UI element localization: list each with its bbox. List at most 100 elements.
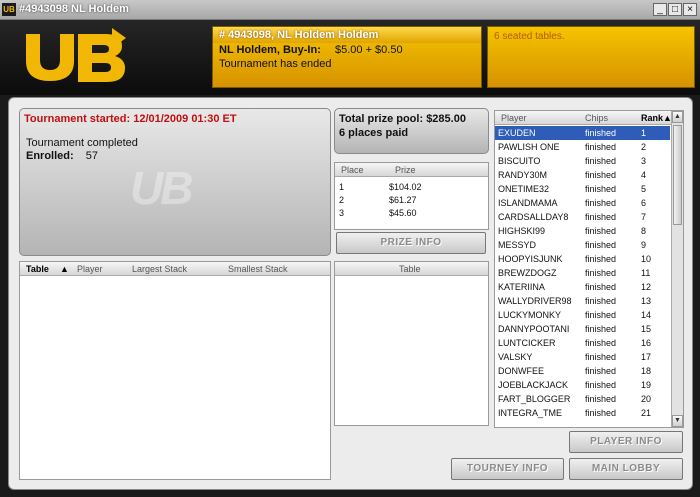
player-name: CARDSALLDAY8	[498, 212, 569, 222]
prize-list[interactable]: Place Prize 1 $104.02 2 $61.27 3 $45.60	[334, 162, 489, 230]
col-table[interactable]: Table	[26, 264, 49, 274]
window-title: #4943098 NL Holdem	[19, 3, 129, 15]
player-name: LUCKYMONKY	[498, 310, 562, 320]
player-rank: 7	[641, 212, 647, 222]
player-chips: finished	[585, 408, 617, 418]
player-rank: 14	[641, 310, 652, 320]
col-player[interactable]: Player	[77, 264, 103, 274]
prize-place: 3	[339, 208, 345, 218]
player-row[interactable]: LUNTCICKER finished 16	[495, 336, 670, 350]
player-rank: 6	[641, 198, 647, 208]
player-row[interactable]: EXUDEN finished 1	[495, 126, 670, 140]
player-row[interactable]: HIGHSKI99 finished 8	[495, 224, 670, 238]
player-rank: 12	[641, 282, 652, 292]
close-button[interactable]: ×	[683, 3, 697, 16]
player-rank: 21	[641, 408, 652, 418]
player-name: MESSYD	[498, 240, 537, 250]
col-largest-stack[interactable]: Largest Stack	[132, 264, 187, 274]
scroll-down-icon[interactable]: ▼	[672, 415, 683, 427]
player-chips: finished	[585, 226, 617, 236]
player-name: ISLANDMAMA	[498, 198, 558, 208]
col-rank[interactable]: Rank	[641, 113, 663, 123]
player-name: VALSKY	[498, 352, 533, 362]
tournament-status: Tournament has ended	[219, 58, 332, 70]
player-row[interactable]: DANNYPOOTANI finished 15	[495, 322, 670, 336]
enrolled-label: Enrolled:	[26, 150, 74, 162]
player-rank: 3	[641, 156, 647, 166]
player-name: HOOPYISJUNK	[498, 254, 563, 264]
player-row[interactable]: PAWLISH ONE finished 2	[495, 140, 670, 154]
player-rank: 5	[641, 184, 647, 194]
player-name: BREWZDOGZ	[498, 268, 557, 278]
player-chips: finished	[585, 296, 617, 306]
player-row[interactable]: ONETIME32 finished 5	[495, 182, 670, 196]
player-rank: 11	[641, 268, 651, 278]
player-row[interactable]: HOOPYISJUNK finished 10	[495, 252, 670, 266]
seated-tables-text: 6 seated tables.	[494, 31, 565, 42]
tournament-summary-panel: Tournament started: 12/01/2009 01:30 ET …	[19, 108, 331, 256]
player-chips: finished	[585, 324, 617, 334]
col-place[interactable]: Place	[341, 165, 364, 175]
scroll-thumb[interactable]	[673, 125, 682, 225]
buyin-value: $5.00 + $0.50	[334, 44, 403, 56]
main-lobby-button[interactable]: MAIN LOBBY	[569, 458, 683, 480]
prize-place: 2	[339, 195, 345, 205]
player-rank: 17	[641, 352, 652, 362]
players-list[interactable]: Player Chips Rank ▲ EXUDEN finished 1 PAWL…	[494, 110, 684, 428]
tourney-info-button[interactable]: TOURNEY INFO	[451, 458, 564, 480]
player-rank: 20	[641, 394, 652, 404]
player-rank: 19	[641, 380, 652, 390]
window-titlebar[interactable]: UB #4943098 NL Holdem _ □ ×	[0, 0, 700, 20]
table-players-list[interactable]: Table	[334, 261, 489, 426]
player-rank: 8	[641, 226, 647, 236]
player-rank: 13	[641, 296, 652, 306]
prize-list-header: Place Prize	[335, 163, 488, 177]
col-table-seat[interactable]: Table	[399, 264, 421, 274]
player-row[interactable]: LUCKYMONKY finished 14	[495, 308, 670, 322]
started-value: 12/01/2009 01:30 ET	[133, 113, 237, 125]
player-row[interactable]: RANDY30M finished 4	[495, 168, 670, 182]
player-row[interactable]: BISCUITO finished 3	[495, 154, 670, 168]
player-name: JOEBLACKJACK	[498, 380, 569, 390]
player-row[interactable]: KATERIINA finished 12	[495, 280, 670, 294]
prize-place: 1	[339, 182, 345, 192]
player-chips: finished	[585, 282, 617, 292]
tournament-id-title: # 4943098, NL Holdem Holdem	[213, 27, 481, 43]
player-chips: finished	[585, 198, 617, 208]
col-prize[interactable]: Prize	[395, 165, 416, 175]
player-row[interactable]: VALSKY finished 17	[495, 350, 670, 364]
maximize-button[interactable]: □	[668, 3, 682, 16]
sort-asc-icon[interactable]: ▲	[60, 264, 69, 274]
player-name: RANDY30M	[498, 170, 548, 180]
player-row[interactable]: MESSYD finished 9	[495, 238, 670, 252]
started-label: Tournament started:	[24, 113, 131, 125]
prize-pool-value: $285.00	[426, 113, 466, 125]
player-name: ONETIME32	[498, 184, 550, 194]
player-rank: 4	[641, 170, 647, 180]
player-row[interactable]: INTEGRA_TME finished 21	[495, 406, 670, 420]
player-row[interactable]: FART_BLOGGER finished 20	[495, 392, 670, 406]
player-name: PAWLISH ONE	[498, 142, 560, 152]
player-row[interactable]: JOEBLACKJACK finished 19	[495, 378, 670, 392]
player-rank: 10	[641, 254, 652, 264]
minimize-button[interactable]: _	[653, 3, 667, 16]
player-chips: finished	[585, 128, 617, 138]
started-line: Tournament started: 12/01/2009 01:30 ET	[24, 113, 237, 125]
player-chips: finished	[585, 240, 617, 250]
player-row[interactable]: ISLANDMAMA finished 6	[495, 196, 670, 210]
scroll-up-icon[interactable]: ▲	[672, 111, 683, 123]
col-player[interactable]: Player	[501, 113, 527, 123]
player-row[interactable]: DONWFEE finished 18	[495, 364, 670, 378]
col-smallest-stack[interactable]: Smallest Stack	[228, 264, 288, 274]
players-scrollbar[interactable]: ▲ ▼	[671, 111, 683, 427]
prize-pool-label: Total prize pool:	[339, 113, 424, 125]
col-chips[interactable]: Chips	[585, 113, 608, 123]
tables-list[interactable]: Table ▲ Player Largest Stack Smallest St…	[19, 261, 331, 480]
player-row[interactable]: WALLYDRIVER98 finished 13	[495, 294, 670, 308]
player-chips: finished	[585, 310, 617, 320]
player-row[interactable]: CARDSALLDAY8 finished 7	[495, 210, 670, 224]
player-info-button[interactable]: PLAYER INFO	[569, 431, 683, 453]
player-row[interactable]: BREWZDOGZ finished 11	[495, 266, 670, 280]
prize-info-button[interactable]: PRIZE INFO	[336, 232, 486, 254]
player-chips: finished	[585, 380, 617, 390]
